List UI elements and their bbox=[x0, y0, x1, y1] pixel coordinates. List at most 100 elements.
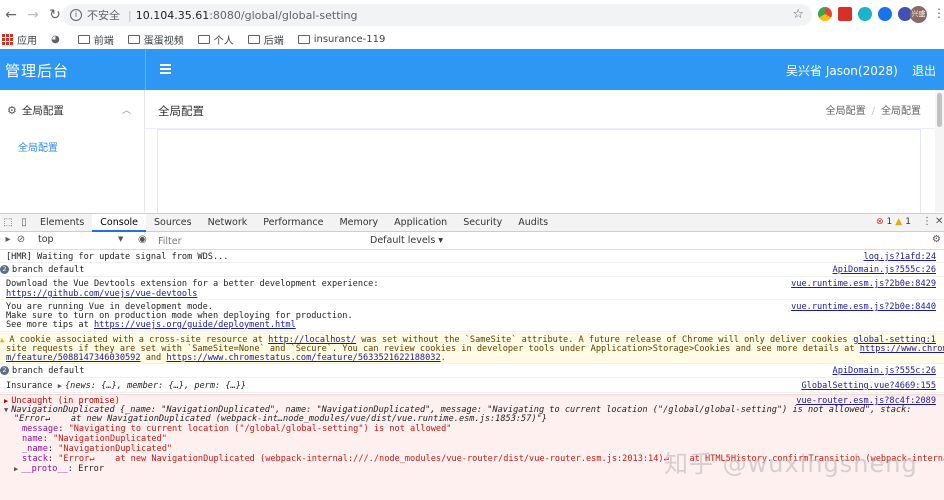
folder-icon bbox=[127, 34, 140, 44]
scrollbar-thumb[interactable] bbox=[937, 93, 942, 127]
expand-triangle-icon[interactable]: ▶ bbox=[4, 397, 8, 405]
breadcrumb-item[interactable]: 全局配置 bbox=[826, 106, 866, 117]
filter-input[interactable] bbox=[158, 234, 358, 248]
context-select[interactable]: top bbox=[38, 234, 128, 248]
warning-icon: ▲ bbox=[895, 217, 903, 227]
tab-audits[interactable]: Audits bbox=[510, 214, 556, 232]
extension-icons bbox=[818, 7, 912, 21]
repeat-count-badge: 2 bbox=[0, 366, 9, 375]
sidebar-group-global-config[interactable]: ⚙ 全局配置 ︿ bbox=[0, 98, 144, 122]
blue-extension-icon[interactable] bbox=[878, 7, 892, 21]
menu-toggle-icon[interactable] bbox=[160, 64, 171, 76]
property-value: "NavigationDuplicated" bbox=[58, 444, 173, 454]
url-path: :8080/global/global-setting bbox=[209, 8, 358, 22]
close-icon[interactable]: ✕ bbox=[935, 216, 943, 227]
tab-memory[interactable]: Memory bbox=[331, 214, 386, 232]
property-key: __proto__ bbox=[21, 464, 68, 474]
bookmark-personal[interactable]: 个人 bbox=[197, 32, 234, 47]
console-message: [HMR] Waiting for update signal from WDS… bbox=[0, 251, 944, 263]
message-link[interactable]: https://www.chromestatus.com/feature/563… bbox=[166, 353, 440, 363]
property-value: "Error↵ at new NavigationDuplicated (web… bbox=[58, 454, 944, 464]
message-link[interactable]: https://www.chromestatus.co bbox=[860, 344, 944, 354]
expand-triangle-icon[interactable]: ▶ bbox=[58, 382, 62, 390]
property-key: name bbox=[22, 434, 43, 444]
bookmark-star-icon[interactable]: ☆ bbox=[792, 7, 804, 22]
logout-button[interactable]: 退出 bbox=[912, 62, 936, 79]
bookmark-label: 应用 bbox=[17, 35, 37, 47]
message-text: and bbox=[140, 353, 167, 363]
page-scrollbar[interactable] bbox=[935, 90, 944, 212]
info-icon[interactable]: i bbox=[70, 9, 82, 21]
forward-arrow-icon[interactable]: → bbox=[22, 7, 44, 23]
device-toolbar-icon[interactable]: ▯ bbox=[16, 217, 32, 228]
tab-performance[interactable]: Performance bbox=[255, 214, 331, 232]
tab-sources[interactable]: Sources bbox=[146, 214, 200, 232]
property-key: stack bbox=[22, 454, 48, 464]
chrome-extension-icon[interactable] bbox=[818, 7, 832, 21]
bookmark-apps[interactable]: 应用 bbox=[2, 32, 37, 47]
bookmark-frontend[interactable]: 前端 bbox=[77, 32, 114, 47]
app-logo: 管理后台 bbox=[5, 62, 70, 80]
source-link[interactable]: vue.runtime.esm.js?2b0e:8429 bbox=[791, 279, 936, 289]
tab-console[interactable]: Console bbox=[92, 213, 146, 232]
bookmark-backend[interactable]: 后端 bbox=[247, 32, 284, 47]
bookmark-videos[interactable]: 蛋蛋视频 bbox=[127, 32, 184, 47]
bookmark-insurance[interactable]: insurance-119 bbox=[297, 33, 386, 45]
tab-application[interactable]: Application bbox=[386, 214, 455, 232]
bookmark-label: 后端 bbox=[263, 35, 284, 47]
property-key: _name bbox=[22, 444, 48, 454]
console-toolbar: ▸ ⊘ top ▼ ◉ Default levels ▾ ⚙ bbox=[0, 232, 944, 250]
warning-count: 1 bbox=[905, 217, 911, 227]
object-preview[interactable]: {news: {…}, member: {…}, perm: {…}} bbox=[65, 381, 246, 391]
tab-security[interactable]: Security bbox=[455, 214, 510, 232]
console-message: Insurance ▶ {news: {…}, member: {…}, perm… bbox=[0, 379, 944, 393]
profile-avatar[interactable]: 兴盛 bbox=[910, 6, 927, 23]
user-name: 吴兴省 Jason(2028) bbox=[786, 64, 898, 78]
source-link[interactable]: ApiDomain.js?555c:26 bbox=[833, 366, 936, 376]
chevron-down-icon: ▼ bbox=[118, 235, 124, 243]
issue-counter[interactable]: ⊗ 1 ▲ 1 bbox=[876, 217, 911, 227]
collapse-triangle-icon[interactable]: ▼ bbox=[4, 406, 8, 414]
address-bar[interactable]: i 不安全 | 10.104.35.61:8080/global/global-… bbox=[62, 4, 812, 26]
message-link[interactable]: https://github.com/vuejs/vue-devtools bbox=[6, 289, 197, 299]
devtools-menu-icon[interactable]: ⋮ bbox=[922, 216, 932, 227]
folder-icon bbox=[77, 34, 90, 44]
clear-console-icon[interactable]: ⊘ bbox=[13, 234, 29, 245]
warning-icon: ▲ bbox=[0, 336, 5, 344]
message-text: . bbox=[440, 353, 446, 363]
sidebar-item-global-config[interactable]: 全局配置 bbox=[18, 139, 58, 154]
main-content: 全局配置 全局配置 / 全局配置 bbox=[145, 90, 935, 219]
message-text: [HMR] Waiting for update signal from WDS… bbox=[6, 252, 229, 262]
source-link[interactable]: ApiDomain.js?555c:26 bbox=[833, 265, 936, 275]
log-levels-dropdown[interactable]: Default levels ▾ bbox=[370, 235, 443, 246]
bookmark-label: insurance-119 bbox=[313, 33, 386, 45]
property-value: Error bbox=[78, 464, 105, 474]
source-link[interactable]: GlobalSetting.vue?4669:155 bbox=[801, 381, 936, 391]
page-title: 全局配置 bbox=[158, 104, 204, 118]
source-link[interactable]: log.js?1afd:24 bbox=[864, 252, 936, 262]
chrome-menu-icon[interactable]: ⋮ bbox=[933, 6, 944, 20]
tab-network[interactable]: Network bbox=[200, 214, 256, 232]
message-link[interactable]: m/feature/5088147346030592 bbox=[6, 353, 141, 363]
inspect-element-icon[interactable]: ⬚ bbox=[0, 217, 16, 228]
tab-elements[interactable]: Elements bbox=[32, 214, 92, 232]
expand-triangle-icon[interactable]: ▶ bbox=[14, 465, 18, 473]
error-icon: ⊗ bbox=[876, 217, 884, 227]
message-text: See more tips at bbox=[6, 320, 94, 330]
gear-icon: ⚙ bbox=[7, 103, 17, 117]
source-link[interactable]: global-setting:1 bbox=[849, 335, 936, 345]
message-text: branch default bbox=[12, 366, 85, 376]
teal-extension-icon[interactable] bbox=[858, 7, 872, 21]
source-link[interactable]: vue.runtime.esm.js?2b0e:8440 bbox=[791, 302, 936, 312]
back-arrow-icon[interactable]: ← bbox=[0, 7, 22, 23]
live-expression-eye-icon[interactable]: ◉ bbox=[138, 234, 147, 245]
breadcrumb: 全局配置 / 全局配置 bbox=[826, 102, 921, 117]
console-message: Download the Vue Devtools extension for … bbox=[0, 278, 944, 300]
folder-icon bbox=[297, 34, 310, 44]
flash-extension-icon[interactable] bbox=[838, 7, 852, 21]
error-count: 1 bbox=[886, 217, 893, 227]
error-object-preview: "Error↵ at new NavigationDuplicated (web… bbox=[14, 414, 547, 424]
message-link[interactable]: https://vuejs.org/guide/deployment.html bbox=[94, 320, 296, 330]
console-settings-gear-icon[interactable]: ⚙ bbox=[932, 234, 941, 245]
bookmark-globe[interactable]: ◕ bbox=[51, 34, 64, 45]
